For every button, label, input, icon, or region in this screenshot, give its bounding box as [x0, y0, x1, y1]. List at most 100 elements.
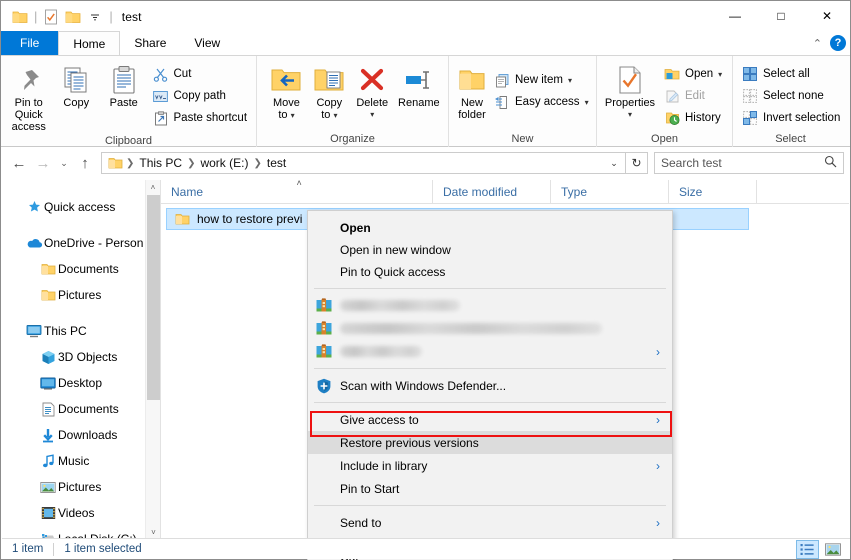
menu-item-archiver-2[interactable]	[308, 317, 672, 340]
sidebar-label: Music	[58, 454, 90, 468]
recent-locations-button[interactable]: ⌄	[55, 151, 73, 175]
sidebar-item-music[interactable]: Music	[2, 448, 160, 474]
pin-label-2: access	[11, 121, 46, 133]
menu-item-open[interactable]: Open	[308, 217, 672, 239]
copy-icon	[61, 63, 91, 97]
tab-home[interactable]: Home	[58, 31, 121, 55]
move-to-icon	[270, 63, 302, 97]
new-item-button[interactable]: New item ▾	[489, 69, 594, 91]
submenu-arrow-icon: ›	[656, 412, 660, 427]
menu-item-restore-previous-versions[interactable]: Restore previous versions	[308, 431, 672, 454]
menu-icon-slot	[316, 241, 340, 259]
menu-label: Open in new window	[340, 243, 451, 257]
new-folder-label-1: New	[460, 97, 483, 109]
refresh-button[interactable]: ↻	[626, 152, 648, 174]
tab-file[interactable]: File	[1, 31, 59, 55]
properties-button[interactable]: Properties ▾	[601, 59, 659, 121]
history-button[interactable]: History	[659, 107, 727, 129]
sidebar-item-onedrive-pictures[interactable]: Pictures	[2, 282, 160, 308]
sidebar-item-desktop[interactable]: Desktop	[2, 370, 160, 396]
open-button[interactable]: Open ▾	[659, 63, 727, 85]
sidebar-item-quick-access[interactable]: Quick access	[2, 194, 160, 220]
menu-item-archiver-1[interactable]	[308, 294, 672, 317]
sidebar-item-3d-objects[interactable]: 3D Objects	[2, 344, 160, 370]
address-path-box[interactable]: ❯ This PC ❯ work (E:) ❯ test ⌄	[101, 152, 626, 174]
paste-shortcut-button[interactable]: Paste shortcut	[148, 107, 253, 129]
search-placeholder: Search test	[661, 156, 722, 170]
sidebar-label: Videos	[58, 506, 95, 520]
copy-to-button[interactable]: Copy to ▾	[308, 59, 351, 122]
maximize-button[interactable]: □	[758, 1, 804, 31]
move-to-button[interactable]: Move to ▾	[265, 59, 308, 122]
nav-pane-scrollbar[interactable]: ˄ ˅	[145, 180, 160, 540]
invert-selection-icon	[742, 110, 758, 126]
scroll-up-icon[interactable]: ˄	[146, 180, 160, 195]
sidebar-item-this-pc[interactable]: This PC	[2, 318, 160, 344]
menu-item-pin-to-start[interactable]: Pin to Start	[308, 477, 672, 500]
scissors-icon	[153, 66, 169, 82]
properties-icon	[617, 63, 643, 97]
qat-divider: |	[34, 8, 38, 24]
menu-item-include-in-library[interactable]: Include in library ›	[308, 454, 672, 477]
tab-share[interactable]: Share	[120, 31, 180, 55]
select-none-button[interactable]: Select none	[737, 85, 845, 107]
breadcrumb-work-e[interactable]: work (E:)	[196, 153, 252, 173]
menu-item-send-to[interactable]: Send to ›	[308, 511, 672, 534]
sidebar-label: 3D Objects	[58, 350, 118, 364]
search-icon[interactable]	[824, 155, 837, 171]
copy-path-button[interactable]: Copy path	[148, 85, 253, 107]
cut-button[interactable]: Cut	[148, 63, 253, 85]
address-dropdown-icon[interactable]: ⌄	[605, 158, 623, 169]
group-label-select: Select	[775, 133, 806, 145]
chevron-down-icon[interactable]	[84, 6, 106, 28]
folder-icon[interactable]	[9, 6, 31, 28]
folder-icon[interactable]	[62, 6, 84, 28]
column-header-date-modified[interactable]: Date modified	[433, 180, 551, 203]
invert-selection-button[interactable]: Invert selection	[737, 107, 845, 129]
select-all-button[interactable]: Select all	[737, 63, 845, 85]
column-header-type[interactable]: Type	[551, 180, 669, 203]
sidebar-item-videos[interactable]: Videos	[2, 500, 160, 526]
submenu-arrow-icon: ›	[656, 344, 660, 359]
sidebar-label: Desktop	[58, 376, 103, 390]
menu-item-give-access-to[interactable]: Give access to ›	[308, 408, 672, 431]
search-input[interactable]: Search test	[654, 152, 844, 174]
minimize-button[interactable]: —	[712, 1, 758, 31]
column-header-name[interactable]: ˄ Name	[161, 178, 433, 203]
breadcrumb-this-pc[interactable]: This PC	[135, 153, 186, 173]
up-button[interactable]: ↑	[73, 151, 97, 175]
new-folder-label-2: folder	[458, 109, 486, 121]
menu-item-pin-to-quick-access[interactable]: Pin to Quick access	[308, 261, 672, 283]
collapse-ribbon-icon[interactable]: ⌃	[813, 37, 822, 50]
sidebar-item-pictures[interactable]: Pictures	[2, 474, 160, 500]
paste-button[interactable]: Paste	[100, 59, 148, 109]
menu-item-archiver-3[interactable]: ›	[308, 340, 672, 363]
rename-button[interactable]: Rename	[394, 59, 444, 109]
menu-item-open-in-new-window[interactable]: Open in new window	[308, 239, 672, 261]
close-button[interactable]: ✕	[804, 1, 850, 31]
properties-check-icon[interactable]	[40, 6, 62, 28]
easy-access-button[interactable]: Easy access ▾	[489, 91, 594, 113]
large-icons-view-icon[interactable]	[821, 540, 844, 559]
caret-down-icon: ▾	[718, 69, 723, 79]
details-view-icon[interactable]	[796, 539, 819, 559]
menu-item-scan-with-windows-defender[interactable]: Scan with Windows Defender...	[308, 374, 672, 397]
sidebar-item-onedrive[interactable]: OneDrive - Person	[2, 230, 160, 256]
back-button[interactable]: ←	[7, 151, 31, 175]
breadcrumb-test[interactable]: test	[263, 153, 290, 173]
sidebar-item-onedrive-documents[interactable]: Documents	[2, 256, 160, 282]
copy-button[interactable]: Copy	[53, 59, 101, 109]
edit-button[interactable]: Edit	[659, 85, 727, 107]
sidebar-item-documents[interactable]: Documents	[2, 396, 160, 422]
delete-button[interactable]: Delete ▾	[351, 59, 394, 121]
forward-button[interactable]: →	[31, 151, 55, 175]
sidebar-item-downloads[interactable]: Downloads	[2, 422, 160, 448]
help-icon[interactable]: ?	[830, 35, 846, 51]
column-header-size[interactable]: Size	[669, 180, 757, 203]
tab-view[interactable]: View	[180, 31, 234, 55]
scrollbar-thumb[interactable]	[147, 195, 160, 400]
new-folder-button[interactable]: New folder	[455, 59, 489, 121]
menu-label-blurred	[340, 346, 672, 357]
paste-label: Paste	[109, 97, 138, 109]
pin-to-quick-access-button[interactable]: Pin to Quick access	[5, 59, 53, 133]
